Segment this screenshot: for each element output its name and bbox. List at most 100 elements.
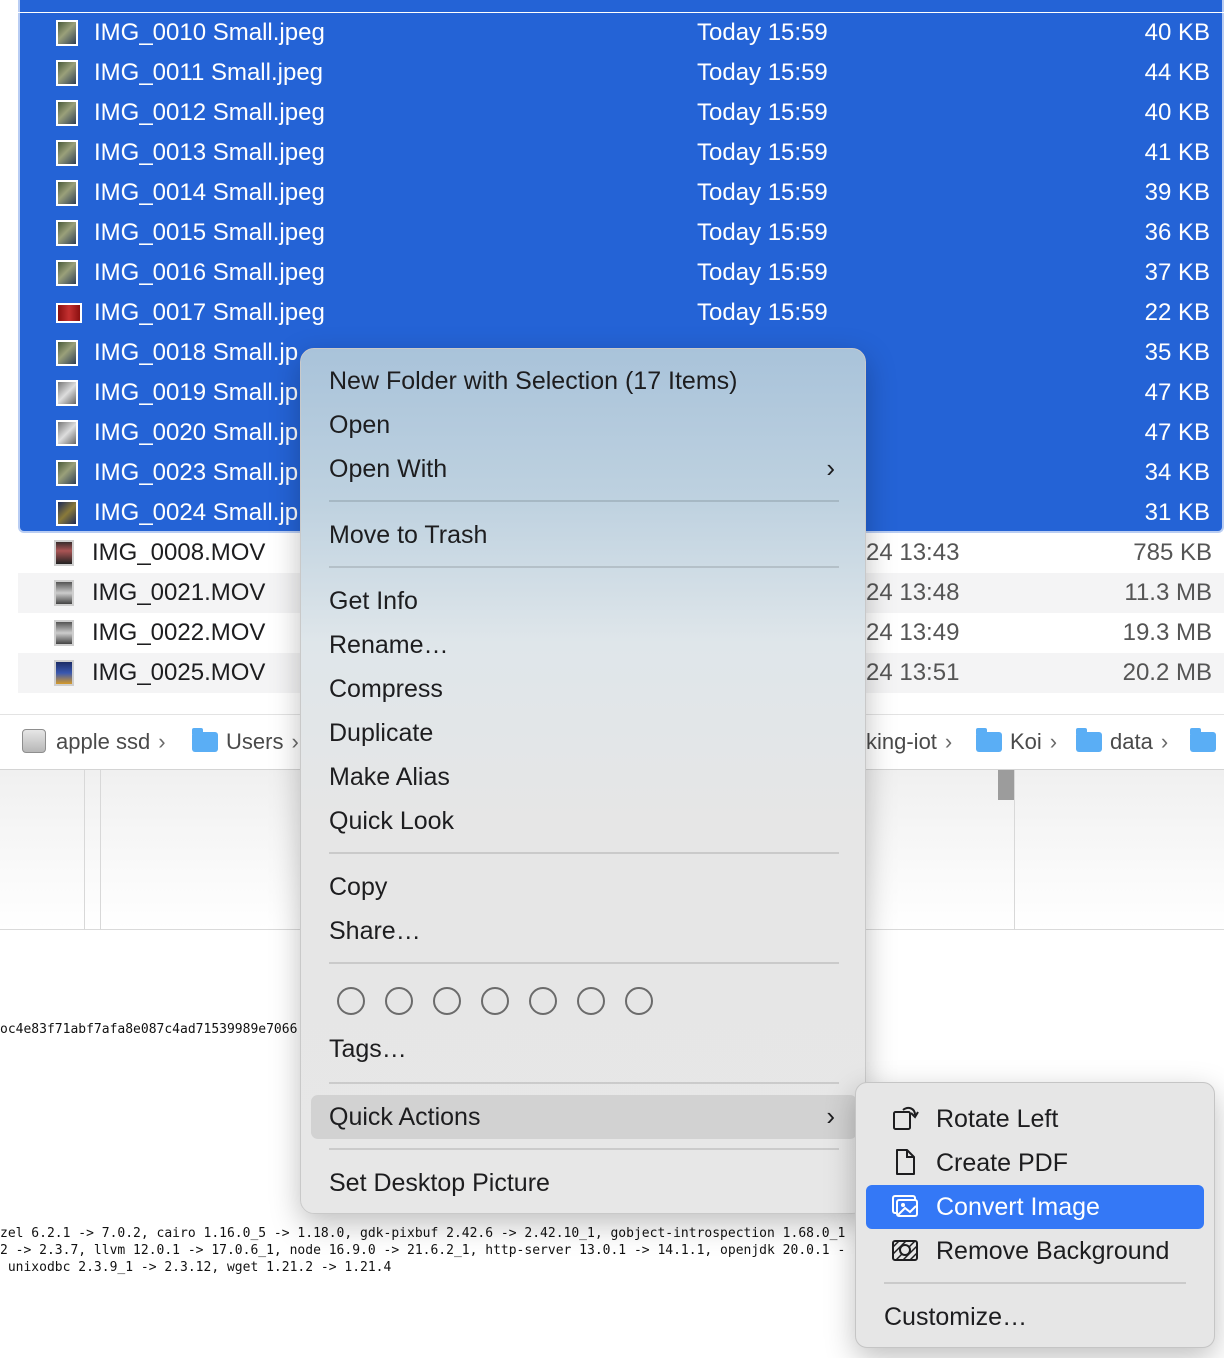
file-date: Today 15:59	[697, 299, 828, 326]
menu-separator	[884, 1282, 1186, 1284]
path-item-label: apple ssd	[56, 729, 151, 754]
menu-item-quick-actions[interactable]: Quick Actions	[329, 1103, 480, 1132]
menu-item-make-alias[interactable]: Make Alias	[329, 763, 450, 792]
submenu-item-rotate-left[interactable]: Rotate Left	[936, 1105, 1058, 1134]
tag-circle-icon[interactable]	[337, 987, 365, 1015]
image-thumbnail-icon	[56, 140, 78, 166]
file-size: 31 KB	[1144, 499, 1210, 526]
image-thumbnail-icon	[56, 180, 78, 206]
file-name: IMG_0017 Small.jpeg	[94, 299, 325, 326]
file-name: IMG_0013 Small.jpeg	[94, 139, 325, 166]
tag-circle-icon[interactable]	[529, 987, 557, 1015]
submenu-item-convert-image[interactable]: Convert Image	[936, 1193, 1100, 1222]
chevron-right-icon: ›	[1160, 729, 1169, 754]
file-size: 39 KB	[1144, 179, 1210, 206]
column-divider	[100, 770, 101, 930]
path-item-data[interactable]: data ›	[1076, 728, 1169, 755]
file-size: 41 KB	[1144, 139, 1210, 166]
file-row[interactable]: IMG_0015 Small.jpeg Today 15:59 36 KB	[18, 213, 1224, 253]
file-size: 47 KB	[1144, 419, 1210, 446]
tag-circle-icon[interactable]	[433, 987, 461, 1015]
submenu-item-create-pdf[interactable]: Create PDF	[936, 1149, 1068, 1178]
file-row[interactable]: IMG_0010 Small.jpeg Today 15:59 40 KB	[18, 13, 1224, 53]
file-size: 40 KB	[1144, 19, 1210, 46]
chevron-right-icon: ›	[291, 729, 299, 754]
file-row[interactable]: IMG_0014 Small.jpeg Today 15:59 39 KB	[18, 173, 1224, 213]
menu-item-copy[interactable]: Copy	[329, 873, 387, 902]
image-thumbnail-icon	[56, 20, 78, 46]
terminal-line: 2 -> 2.3.7, llvm 12.0.1 -> 17.0.6_1, nod…	[0, 1243, 846, 1258]
path-item-label: data	[1110, 729, 1153, 754]
file-size: 22 KB	[1144, 299, 1210, 326]
file-date: )24 13:51	[858, 659, 960, 686]
file-row[interactable]: IMG_0013 Small.jpeg Today 15:59 41 KB	[18, 133, 1224, 173]
file-row[interactable]: IMG_0016 Small.jpeg Today 15:59 37 KB	[18, 253, 1224, 293]
menu-item-get-info[interactable]: Get Info	[329, 587, 418, 616]
menu-separator	[329, 500, 839, 502]
chevron-right-icon: ›	[826, 1101, 835, 1131]
file-name: IMG_0021.MOV	[92, 579, 266, 606]
video-thumbnail-icon	[54, 580, 74, 606]
rotate-left-icon	[893, 1106, 919, 1130]
folder-icon	[1190, 728, 1216, 752]
file-date: )24 13:48	[858, 579, 960, 606]
menu-item-quick-look[interactable]: Quick Look	[329, 807, 454, 836]
folder-icon	[1076, 728, 1102, 752]
path-item-label: Koi	[1010, 729, 1042, 754]
video-thumbnail-icon	[54, 660, 74, 686]
file-name: IMG_0010 Small.jpeg	[94, 19, 325, 46]
chevron-right-icon: ›	[944, 729, 953, 754]
menu-item-open-with[interactable]: Open With	[329, 455, 447, 484]
tag-circle-icon[interactable]	[385, 987, 413, 1015]
file-name: IMG_0020 Small.jp	[94, 419, 299, 446]
path-item-koi[interactable]: Koi ›	[976, 728, 1057, 755]
file-row[interactable]: IMG_0011 Small.jpeg Today 15:59 44 KB	[18, 53, 1224, 93]
scrollbar-thumb[interactable]	[998, 770, 1014, 800]
file-size: 40 KB	[1144, 99, 1210, 126]
image-thumbnail-icon	[56, 100, 78, 126]
file-name: IMG_0025.MOV	[92, 659, 266, 686]
path-item-label: king-iot	[866, 729, 937, 754]
path-item-partial[interactable]: king-iot ›	[866, 729, 952, 755]
folder-icon	[192, 728, 218, 752]
submenu-item-remove-background[interactable]: Remove Background	[936, 1237, 1169, 1266]
file-size: 34 KB	[1144, 459, 1210, 486]
submenu-item-customize[interactable]: Customize…	[884, 1303, 1027, 1332]
file-row[interactable]: IMG_0012 Small.jpeg Today 15:59 40 KB	[18, 93, 1224, 133]
file-name: IMG_0012 Small.jpeg	[94, 99, 325, 126]
tag-circle-icon[interactable]	[481, 987, 509, 1015]
menu-separator	[329, 852, 839, 854]
file-size: 20.2 MB	[1122, 659, 1212, 686]
menu-item-set-desktop-picture[interactable]: Set Desktop Picture	[329, 1169, 550, 1198]
tag-circle-icon[interactable]	[577, 987, 605, 1015]
file-name: IMG_0024 Small.jp	[94, 499, 299, 526]
tag-circle-icon[interactable]	[625, 987, 653, 1015]
file-size: 36 KB	[1144, 219, 1210, 246]
menu-item-share[interactable]: Share…	[329, 917, 421, 946]
menu-separator	[329, 566, 839, 568]
image-thumbnail-icon	[56, 220, 78, 246]
file-size: 47 KB	[1144, 379, 1210, 406]
path-item-users[interactable]: Users ›	[192, 728, 299, 755]
file-date: )24 13:43	[858, 539, 960, 566]
menu-item-move-to-trash[interactable]: Move to Trash	[329, 521, 487, 550]
menu-separator	[329, 1082, 839, 1084]
menu-item-new-folder-with-selection[interactable]: New Folder with Selection (17 Items)	[329, 367, 737, 396]
menu-item-tags[interactable]: Tags…	[329, 1035, 407, 1064]
menu-item-rename[interactable]: Rename…	[329, 631, 449, 660]
file-name: IMG_0019 Small.jp	[94, 379, 299, 406]
file-size: 37 KB	[1144, 259, 1210, 286]
menu-item-open[interactable]: Open	[329, 411, 390, 440]
file-row-partial[interactable]	[18, 0, 1224, 12]
path-item-disk[interactable]: apple ssd ›	[22, 729, 166, 755]
terminal-line: zel 6.2.1 -> 7.0.2, cairo 1.16.0_5 -> 1.…	[0, 1226, 846, 1241]
file-name: IMG_0015 Small.jpeg	[94, 219, 325, 246]
terminal-hash-text: oc4e83f71abf7afa8e087c4ad71539989e7066	[0, 1022, 298, 1037]
file-row[interactable]: IMG_0017 Small.jpeg Today 15:59 22 KB	[18, 293, 1224, 333]
path-item-next[interactable]	[1190, 728, 1224, 755]
file-name: IMG_0022.MOV	[92, 619, 266, 646]
menu-item-duplicate[interactable]: Duplicate	[329, 719, 433, 748]
image-thumbnail-icon	[56, 420, 78, 446]
menu-item-compress[interactable]: Compress	[329, 675, 443, 704]
file-date: Today 15:59	[697, 259, 828, 286]
